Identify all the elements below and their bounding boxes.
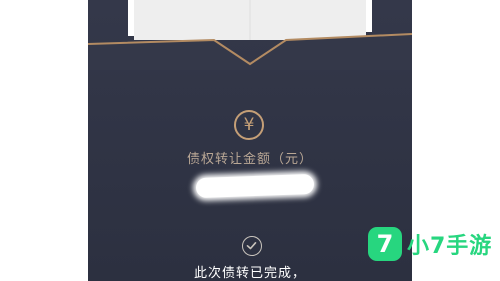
yuan-icon: ¥ — [234, 110, 264, 140]
check-circle-icon — [242, 236, 262, 256]
envelope-flap — [88, 0, 412, 70]
completion-message: 此次债转已完成， — [193, 266, 306, 281]
left-background — [0, 0, 88, 281]
app-screen: ¥ 债权转让金额（元） 此次债转已完成， — [88, 0, 412, 281]
transfer-amount-label: 债权转让金额（元） — [186, 152, 313, 167]
redacted-amount — [195, 173, 315, 199]
watermark-logo-icon: 7 — [368, 227, 402, 261]
site-watermark: 7 小7手游 — [368, 222, 492, 266]
checkmark-icon — [246, 242, 257, 250]
watermark-text: 小7手游 — [407, 234, 493, 259]
